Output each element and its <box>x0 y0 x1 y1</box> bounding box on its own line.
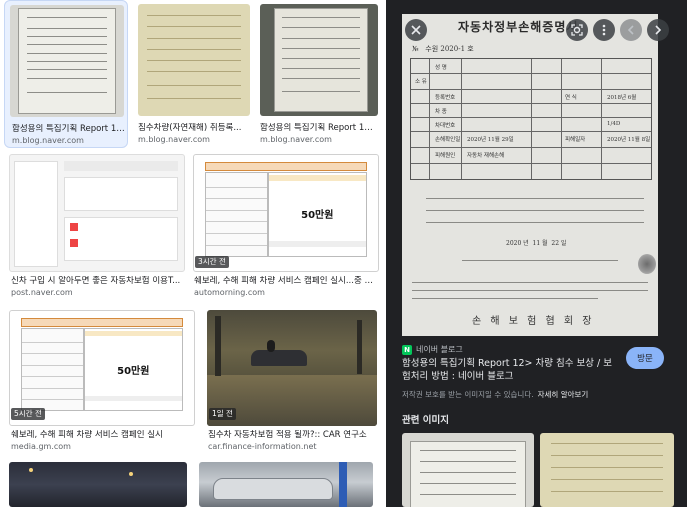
result-thumbnail[interactable] <box>10 5 124 117</box>
learn-more-link[interactable]: 자세히 알아보기 <box>538 390 589 399</box>
source-site-name: 네이버 블로그 <box>416 345 463 354</box>
time-badge: 1일 전 <box>209 408 236 420</box>
visit-button[interactable]: 방문 <box>626 347 664 369</box>
naver-blog-icon: N <box>402 344 412 355</box>
result-card-5[interactable]: 50만원 3시간 전 쉐보레, 수해 피해 차량 서비스 캠페인 실시...중 … <box>190 150 382 300</box>
result-title[interactable]: 신차 구입 시 알아두면 좋은 자동차보험 이용T... <box>11 276 187 287</box>
more-options-button[interactable] <box>593 19 615 41</box>
result-title[interactable]: 쉐보레, 수해 피해 차량 서비스 캠페인 실시 <box>11 430 197 441</box>
result-thumbnail[interactable] <box>9 154 185 272</box>
source-site[interactable]: N 네이버 블로그 <box>402 344 463 355</box>
lens-button[interactable] <box>566 19 588 41</box>
related-image-2[interactable] <box>540 433 674 507</box>
related-image-1[interactable] <box>402 433 534 507</box>
result-source: m.blog.naver.com <box>138 135 210 144</box>
result-card-6[interactable]: 50만원 5시간 전 쉐보레, 수해 피해 차량 서비스 캠페인 실시 medi… <box>4 306 200 456</box>
promo-amount: 50만원 <box>117 365 150 377</box>
copyright-text: 저작권 보호를 받는 이미지일 수 있습니다. <box>402 390 534 399</box>
result-source: media.gm.com <box>11 442 71 451</box>
chevron-right-icon <box>655 25 662 35</box>
result-card-2[interactable]: 침수차량(자연재해) 취등록... m.blog.naver.com <box>134 0 254 148</box>
result-source: m.blog.naver.com <box>260 135 332 144</box>
image-viewer-panel: 자동차정부손해증명서 № 수원 2020-1 호 소 유 성 명 등록번호 차 … <box>386 0 687 507</box>
result-title[interactable]: 함성용의 특집기획 Report 12>... <box>260 123 378 134</box>
time-badge: 3시간 전 <box>195 256 229 268</box>
document-title: 자동차정부손해증명서 <box>458 20 579 34</box>
close-icon <box>411 25 421 35</box>
result-title[interactable]: 함성용의 특집기획 Report 12... <box>12 124 126 135</box>
result-thumbnail[interactable]: 50만원 <box>193 154 379 272</box>
previous-image-button[interactable] <box>620 19 642 41</box>
result-source: automorning.com <box>194 288 265 297</box>
viewer-page-title[interactable]: 함성용의 특집기획 Report 12> 차량 침수 보상 / 보험처리 방법 … <box>402 357 612 383</box>
result-card-4[interactable]: 신차 구입 시 알아두면 좋은 자동차보험 이용T... post.naver.… <box>4 150 188 300</box>
close-button[interactable] <box>405 19 427 41</box>
time-badge: 5시간 전 <box>11 408 45 420</box>
result-title[interactable]: 침수차 자동차보험 적용 될까?:: CAR 연구소 <box>208 430 380 441</box>
result-source: car.finance-information.net <box>208 442 317 451</box>
related-images-heading: 관련 이미지 <box>402 415 450 426</box>
result-card-3[interactable]: 함성용의 특집기획 Report 12>... m.blog.naver.com <box>256 0 382 148</box>
lens-icon <box>571 24 583 36</box>
copyright-notice: 저작권 보호를 받는 이미지일 수 있습니다. 자세히 알아보기 <box>402 389 588 400</box>
preview-image[interactable]: 자동차정부손해증명서 № 수원 2020-1 호 소 유 성 명 등록번호 차 … <box>402 14 658 336</box>
result-card-7[interactable]: 1일 전 침수차 자동차보험 적용 될까?:: CAR 연구소 car.fina… <box>204 306 382 456</box>
result-source: m.blog.naver.com <box>12 136 84 145</box>
result-card-1[interactable]: 함성용의 특집기획 Report 12... m.blog.naver.com <box>4 0 128 148</box>
next-image-button[interactable] <box>647 19 669 41</box>
promo-amount: 50만원 <box>301 210 334 222</box>
more-vert-icon <box>602 24 606 36</box>
result-thumbnail[interactable] <box>138 4 250 116</box>
result-thumbnail[interactable] <box>260 4 378 116</box>
chevron-left-icon <box>627 25 634 35</box>
result-thumbnail[interactable] <box>199 462 373 507</box>
result-source: post.naver.com <box>11 288 73 297</box>
result-thumbnail[interactable] <box>9 462 187 507</box>
result-title[interactable]: 쉐보레, 수해 피해 차량 서비스 캠페인 실시...중 수... <box>194 276 378 287</box>
result-title[interactable]: 침수차량(자연재해) 취등록... <box>138 123 250 134</box>
image-results-grid: 함성용의 특집기획 Report 12... m.blog.naver.com … <box>0 0 386 507</box>
